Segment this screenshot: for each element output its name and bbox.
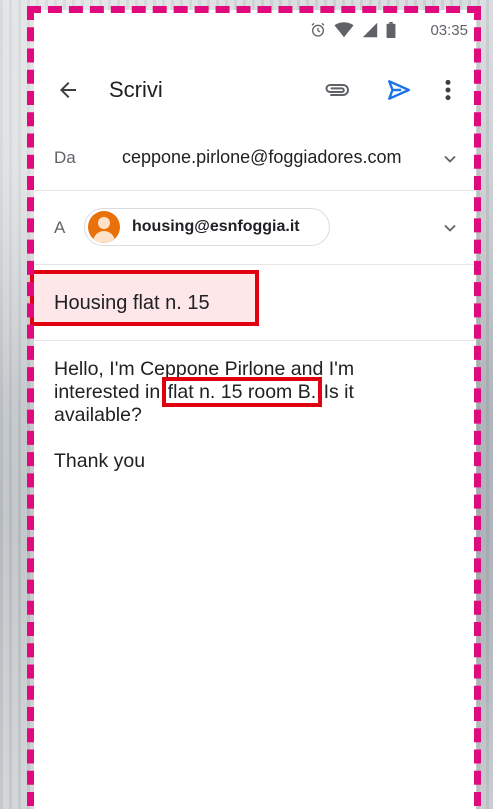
- body-line: Hello, I'm Ceppone Pirlone and I'm: [54, 358, 355, 380]
- from-account[interactable]: ceppone.pirlone@foggiadores.com: [122, 147, 401, 168]
- status-bar: 03:35: [34, 10, 476, 50]
- cell-signal-icon: [362, 22, 378, 38]
- phone-screen: 03:35 Scrivi Da ceppone.pirlone@foggiado…: [30, 10, 476, 809]
- from-row[interactable]: Da ceppone.pirlone@foggiadores.com: [34, 126, 476, 191]
- more-vert-icon[interactable]: [442, 77, 454, 103]
- recipient-chip[interactable]: housing@esnfoggia.it: [84, 208, 330, 246]
- message-body[interactable]: Hello, I'm Ceppone Pirlone and I'm inter…: [54, 358, 454, 473]
- battery-icon: [386, 22, 396, 38]
- app-bar: Scrivi: [34, 62, 476, 118]
- wifi-icon: [334, 22, 354, 38]
- status-time: 03:35: [430, 22, 468, 39]
- body-line: interested in flat n. 15 room B. Is it: [54, 377, 354, 407]
- to-row[interactable]: A housing@esnfoggia.it: [34, 190, 476, 265]
- status-icons: [310, 22, 396, 38]
- chevron-down-icon[interactable]: [440, 218, 460, 238]
- highlighted-text: flat n. 15 room B.: [161, 377, 323, 407]
- back-arrow-icon[interactable]: [56, 78, 80, 102]
- from-label: Da: [54, 148, 76, 167]
- send-icon[interactable]: [386, 77, 412, 103]
- body-closing: Thank you: [54, 450, 146, 472]
- body-line: available?: [54, 404, 142, 426]
- avatar: [88, 211, 120, 243]
- recipient-address: housing@esnfoggia.it: [132, 218, 300, 235]
- attachment-icon[interactable]: [324, 78, 350, 102]
- subject-input[interactable]: Housing flat n. 15: [54, 292, 210, 315]
- to-label: A: [54, 218, 66, 237]
- chevron-down-icon[interactable]: [440, 149, 460, 169]
- subject-row[interactable]: Housing flat n. 15: [30, 264, 476, 341]
- alarm-icon: [311, 22, 325, 37]
- page-title: Scrivi: [109, 77, 163, 102]
